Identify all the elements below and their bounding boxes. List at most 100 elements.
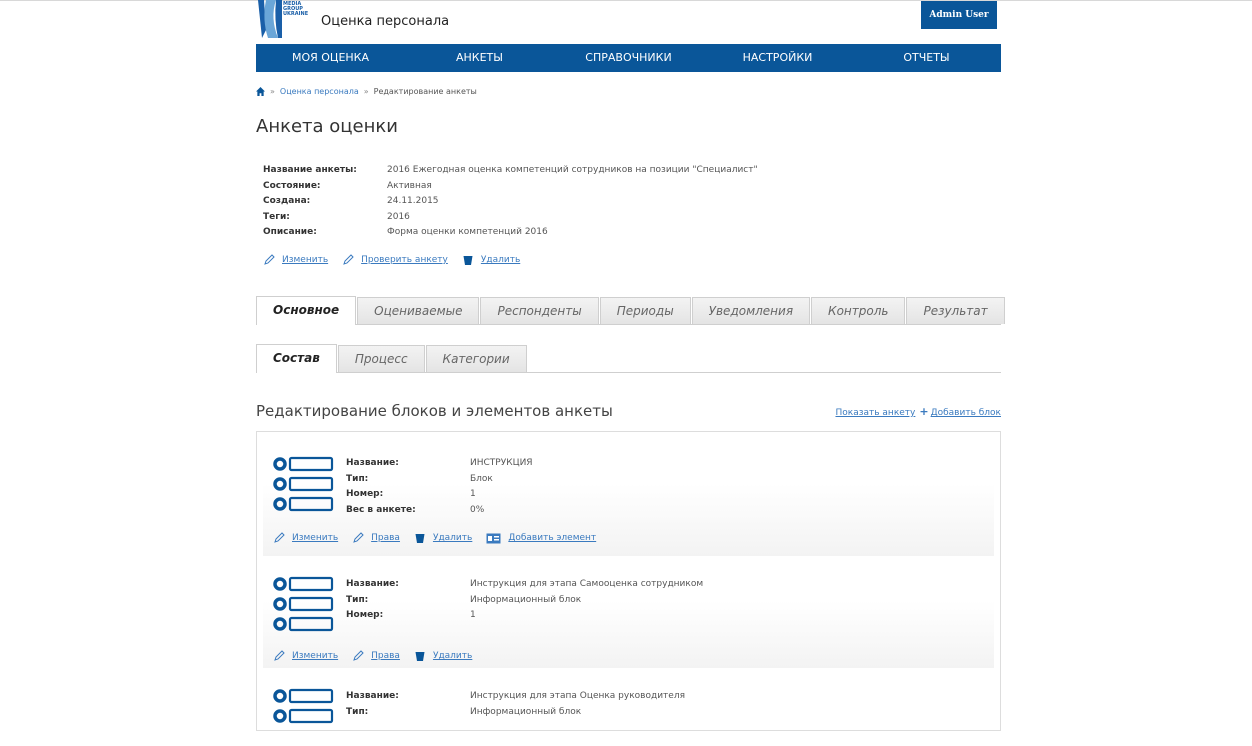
prop-value: Инструкция для этапа Самооценка сотрудни… xyxy=(470,579,704,589)
prop-state: Состояние: Активная xyxy=(263,179,758,195)
prop-value: Активная xyxy=(387,180,432,191)
section-links: Показать анкету + Добавить блок xyxy=(835,405,1001,418)
delete-block-link[interactable]: Удалить xyxy=(433,651,472,661)
prop-label: Создана: xyxy=(263,196,311,206)
block-prop-number: Номер: 1 xyxy=(346,487,533,503)
block-item: Название: Инструкция для этапа Самооценка… xyxy=(263,556,994,668)
main-tabs: Основное Оцениваемые Респонденты Периоды… xyxy=(256,296,1005,325)
block-prop-type: Тип: Блок xyxy=(346,472,533,488)
prop-value: Инструкция для этапа Оценка руководителя xyxy=(470,691,685,701)
plus-icon: + xyxy=(919,405,929,418)
trash-icon xyxy=(463,256,473,265)
tab-results[interactable]: Результат xyxy=(906,297,1005,324)
prop-created: Создана: 24.11.2015 xyxy=(263,194,758,210)
pencil-icon xyxy=(274,532,285,543)
tab-control[interactable]: Контроль xyxy=(811,297,906,324)
prop-value: Блок xyxy=(470,473,493,484)
prop-value: 1 xyxy=(470,610,476,620)
breadcrumb-separator: » xyxy=(363,87,369,96)
tab-evaluated[interactable]: Оцениваемые xyxy=(357,297,480,324)
prop-value: Информационный блок xyxy=(470,594,582,605)
block-prop-type: Тип: Информационный блок xyxy=(346,593,703,609)
questionnaire-properties: Название анкеты: 2016 Ежегодная оценка ко… xyxy=(263,163,758,241)
block-list-icon xyxy=(273,688,334,724)
prop-label: Состояние: xyxy=(263,180,321,191)
prop-value: 2016 xyxy=(387,211,410,222)
page-title: Анкета оценки xyxy=(256,116,398,137)
block-item: Название: Инструкция для этапа Оценка рук… xyxy=(263,668,994,728)
prop-label: Название анкеты: xyxy=(263,165,357,175)
trash-icon xyxy=(415,534,425,543)
trash-icon xyxy=(415,652,425,661)
block-properties: Название: Инструкция для этапа Самооценка… xyxy=(346,577,703,624)
tab-main[interactable]: Основное xyxy=(256,296,357,325)
delete-block-link[interactable]: Удалить xyxy=(433,533,472,543)
edit-block-link[interactable]: Изменить xyxy=(292,651,338,661)
prop-value: ИНСТРУКЦИЯ xyxy=(470,458,533,468)
breadcrumb-link[interactable]: Оценка персонала xyxy=(280,87,359,96)
prop-label: Тип: xyxy=(346,594,369,605)
nav-my-assessment[interactable]: МОЯ ОЦЕНКА xyxy=(256,44,405,72)
add-element-icon xyxy=(486,533,501,544)
tab-process[interactable]: Процесс xyxy=(337,345,425,372)
pencil-icon xyxy=(264,254,275,265)
check-questionnaire-link[interactable]: Проверить анкету xyxy=(361,255,448,265)
home-icon[interactable] xyxy=(256,87,265,96)
prop-value: Информационный блок xyxy=(470,706,582,717)
tab-composition[interactable]: Состав xyxy=(256,344,337,373)
blocks-list: Название: ИНСТРУКЦИЯ Тип: Блок Номер: 1 Вес… xyxy=(256,431,1001,731)
main-nav: МОЯ ОЦЕНКА АНКЕТЫ СПРАВОЧНИКИ НАСТРОЙКИ … xyxy=(256,44,1001,72)
block-rights-link[interactable]: Права xyxy=(371,651,400,661)
block-actions: Изменить Права Удалить Добавить элемент xyxy=(273,532,610,544)
block-prop-name: Название: Инструкция для этапа Оценка рук… xyxy=(346,689,685,705)
prop-label: Вес в анкете: xyxy=(346,504,416,515)
block-rights-link[interactable]: Права xyxy=(371,533,400,543)
breadcrumb-current: Редактирование анкеты xyxy=(373,87,477,96)
prop-label: Название: xyxy=(346,458,399,468)
tab-respondents[interactable]: Респонденты xyxy=(480,297,599,324)
pencil-icon xyxy=(353,532,364,543)
tab-notifications[interactable]: Уведомления xyxy=(691,297,811,324)
prop-value: 24.11.2015 xyxy=(387,196,439,206)
prop-label: Номер: xyxy=(346,489,384,499)
user-menu-button[interactable]: Admin User xyxy=(921,1,997,29)
app-title: Оценка персонала xyxy=(321,14,450,29)
block-list-icon xyxy=(273,456,334,512)
prop-label: Тип: xyxy=(346,473,369,484)
logo-line-3: UKRAINE xyxy=(283,11,309,17)
prop-description: Описание: Форма оценки компетенций 2016 xyxy=(263,225,758,241)
edit-questionnaire-link[interactable]: Изменить xyxy=(282,255,328,265)
nav-reports[interactable]: ОТЧЕТЫ xyxy=(852,44,1001,72)
tab-periods[interactable]: Периоды xyxy=(599,297,691,324)
edit-block-link[interactable]: Изменить xyxy=(292,533,338,543)
tab-categories[interactable]: Категории xyxy=(425,345,527,372)
nav-references[interactable]: СПРАВОЧНИКИ xyxy=(554,44,703,72)
pencil-icon xyxy=(353,650,364,661)
block-prop-weight: Вес в анкете: 0% xyxy=(346,503,533,519)
nav-settings[interactable]: НАСТРОЙКИ xyxy=(703,44,852,72)
prop-value: 0% xyxy=(470,504,485,515)
prop-label: Название: xyxy=(346,691,399,701)
delete-questionnaire-link[interactable]: Удалить xyxy=(481,255,520,265)
prop-label: Номер: xyxy=(346,610,384,620)
section-title: Редактирование блоков и элементов анкеты xyxy=(256,402,613,420)
prop-label: Теги: xyxy=(263,211,290,222)
nav-questionnaires[interactable]: АНКЕТЫ xyxy=(405,44,554,72)
block-item: Название: ИНСТРУКЦИЯ Тип: Блок Номер: 1 Вес… xyxy=(263,436,994,556)
block-prop-number: Номер: 1 xyxy=(346,608,703,624)
block-prop-name: Название: Инструкция для этапа Самооценка… xyxy=(346,577,703,593)
prop-value: 2016 Ежегодная оценка компетенций сотруд… xyxy=(387,165,758,175)
add-block-link[interactable]: Добавить блок xyxy=(931,408,1001,418)
prop-name: Название анкеты: 2016 Ежегодная оценка ко… xyxy=(263,163,758,179)
block-properties: Название: Инструкция для этапа Оценка рук… xyxy=(346,689,685,720)
prop-label: Название: xyxy=(346,579,399,589)
add-element-link[interactable]: Добавить элемент xyxy=(508,533,596,543)
block-prop-name: Название: ИНСТРУКЦИЯ xyxy=(346,456,533,472)
prop-value: Форма оценки компетенций 2016 xyxy=(387,227,548,237)
pencil-icon xyxy=(274,650,285,661)
top-border xyxy=(0,0,1252,1)
breadcrumb: » Оценка персонала » Редактирование анке… xyxy=(256,87,477,96)
show-questionnaire-link[interactable]: Показать анкету xyxy=(835,408,915,418)
prop-tags: Теги: 2016 xyxy=(263,210,758,226)
company-logo[interactable]: MEDIA GROUP UKRAINE xyxy=(256,0,308,40)
